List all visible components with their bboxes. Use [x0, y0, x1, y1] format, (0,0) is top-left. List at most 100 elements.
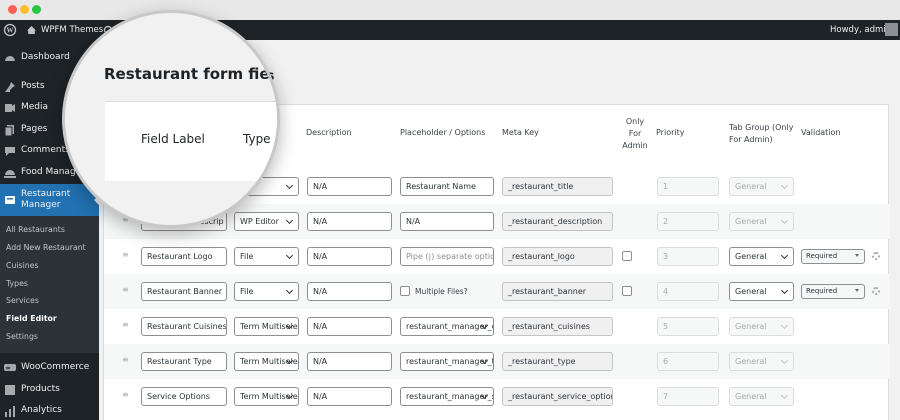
tab-group-select[interactable]: General — [729, 387, 794, 406]
meta-key-input[interactable]: _restaurant_type — [502, 352, 613, 371]
sidebar-item-products[interactable]: Products — [0, 378, 99, 400]
meta-key-input[interactable]: _restaurant_logo — [502, 247, 613, 266]
sidebar-item-woocommerce[interactable]: WooCommerce — [0, 356, 99, 378]
description-input[interactable]: N/A — [307, 247, 392, 266]
header-tab-group: Tab Group (Only For Admin) — [729, 122, 793, 146]
dashboard-icon — [4, 51, 16, 63]
avatar[interactable] — [885, 23, 898, 36]
gear-icon[interactable] — [872, 252, 880, 260]
submenu-all-restaurants[interactable]: All Restaurants — [6, 225, 65, 234]
priority-input[interactable]: 2 — [657, 212, 719, 231]
tab-group-select[interactable]: General — [729, 352, 794, 371]
taxonomy-select[interactable]: restaurant_manager_service — [400, 387, 494, 406]
priority-input[interactable]: 6 — [657, 352, 719, 371]
description-input[interactable]: N/A — [307, 212, 392, 231]
site-name-link[interactable]: WPFM Themes — [41, 20, 103, 40]
submenu-services[interactable]: Services — [6, 296, 39, 305]
priority-input[interactable]: 3 — [657, 247, 719, 266]
meta-key-input[interactable]: _restaurant_description — [502, 212, 613, 231]
priority-input[interactable]: 5 — [657, 317, 719, 336]
table-row: ≡ Restaurant Cuisines Term Multiselect N/A r… — [104, 309, 890, 344]
validation-select[interactable]: Required — [801, 249, 865, 264]
meta-key-input[interactable]: _restaurant_service_options — [502, 387, 613, 406]
multiple-files-checkbox[interactable] — [400, 286, 410, 296]
header-description: Description — [306, 128, 352, 137]
submenu-cuisines[interactable]: Cuisines — [6, 261, 39, 270]
table-row: ≡ Restaurant Banner File N/A Multiple Files?… — [104, 274, 890, 309]
meta-key-input[interactable]: _restaurant_cuisines — [502, 317, 613, 336]
sidebar-item-label: Restaurant Manager — [21, 189, 71, 210]
type-select[interactable]: Term Multiselect — [234, 387, 299, 406]
type-select[interactable]: Term Multiselect — [234, 317, 299, 336]
priority-input[interactable]: 4 — [657, 282, 719, 301]
tab-group-select[interactable]: General — [729, 317, 794, 336]
type-select[interactable]: Term Multiselect — [234, 352, 299, 371]
analytics-icon — [4, 404, 16, 417]
drag-handle-icon[interactable]: ≡ — [122, 286, 129, 294]
placeholder-input[interactable]: Restaurant Name — [400, 177, 494, 196]
priority-input[interactable]: 7 — [657, 387, 719, 406]
sidebar-item-restaurant-manager[interactable]: Restaurant Manager — [0, 184, 99, 216]
gear-icon[interactable] — [872, 287, 880, 295]
type-select[interactable]: File — [234, 247, 299, 266]
submenu-field-editor[interactable]: Field Editor — [6, 314, 57, 323]
table-row: ≡ Restaurant Logo File N/A Pipe (|) separate… — [104, 239, 890, 274]
drag-handle-icon[interactable]: ≡ — [122, 356, 129, 364]
magnified-header-type: Type — [243, 132, 271, 146]
description-input[interactable]: N/A — [307, 317, 392, 336]
home-icon — [26, 20, 37, 40]
sidebar-item-label: Media — [21, 102, 49, 112]
header-line: For Admin) — [729, 135, 773, 144]
close-window-button[interactable] — [8, 5, 17, 14]
products-icon — [4, 383, 16, 395]
media-icon — [4, 101, 16, 113]
only-for-admin-checkbox[interactable] — [622, 286, 632, 296]
maximize-window-button[interactable] — [32, 5, 41, 14]
howdy-user-menu[interactable]: Howdy, admin — [830, 20, 891, 40]
sidebar-item-label: Dashboard — [21, 52, 70, 62]
only-for-admin-checkbox[interactable] — [622, 251, 632, 261]
taxonomy-select[interactable]: restaurant_manager_cuisine — [400, 317, 494, 336]
minimize-window-button[interactable] — [20, 5, 29, 14]
field-label-input[interactable]: Service Options — [141, 387, 227, 406]
comments-icon — [4, 144, 16, 156]
field-label-input[interactable]: Restaurant Banner — [141, 282, 227, 301]
drag-handle-icon[interactable]: ≡ — [122, 251, 129, 259]
sidebar-item-label: Pages — [21, 124, 48, 134]
magnified-table-header: Field Label Type — [105, 101, 277, 181]
description-input[interactable]: N/A — [307, 282, 392, 301]
drag-handle-icon[interactable]: ≡ — [122, 391, 129, 399]
wordpress-logo-icon[interactable]: W — [3, 20, 17, 40]
field-label-input[interactable]: Restaurant Cuisines — [141, 317, 227, 336]
tab-group-select[interactable]: General — [729, 212, 794, 231]
browser-window: W WPFM Themes Howdy, admin Dashboard Pos… — [0, 0, 900, 420]
submenu-types[interactable]: Types — [6, 279, 28, 288]
description-input[interactable]: N/A — [307, 177, 392, 196]
sidebar-item-analytics[interactable]: Analytics — [0, 399, 99, 420]
meta-key-input[interactable]: _restaurant_banner — [502, 282, 613, 301]
field-label-input[interactable]: Restaurant Type — [141, 352, 227, 371]
magnified-page-title: Restaurant form fields — [104, 65, 280, 83]
field-label-input[interactable]: Restaurant Logo — [141, 247, 227, 266]
header-validation: Validation — [801, 128, 841, 137]
food-icon — [4, 166, 16, 178]
submenu-add-new-restaurant[interactable]: Add New Restaurant — [6, 243, 86, 252]
taxonomy-select[interactable]: restaurant_manager_type — [400, 352, 494, 371]
description-input[interactable]: N/A — [307, 387, 392, 406]
sidebar-item-label: Products — [21, 384, 60, 394]
type-select[interactable]: File — [234, 282, 299, 301]
tab-group-select[interactable]: General — [729, 282, 794, 301]
drag-handle-icon[interactable]: ≡ — [122, 321, 129, 329]
description-input[interactable]: N/A — [307, 352, 392, 371]
pages-icon — [4, 123, 16, 137]
meta-key-input[interactable]: _restaurant_title — [502, 177, 613, 196]
tab-group-select[interactable]: General — [729, 247, 794, 266]
placeholder-input[interactable]: Pipe (|) separate optio — [400, 247, 494, 266]
placeholder-input[interactable]: N/A — [400, 212, 494, 231]
header-line: Only — [625, 117, 645, 126]
validation-select[interactable]: Required — [801, 284, 865, 299]
tab-group-select[interactable]: General — [729, 177, 794, 196]
type-select[interactable]: WP Editor — [234, 212, 299, 231]
priority-input[interactable]: 1 — [657, 177, 719, 196]
submenu-settings[interactable]: Settings — [6, 332, 38, 341]
